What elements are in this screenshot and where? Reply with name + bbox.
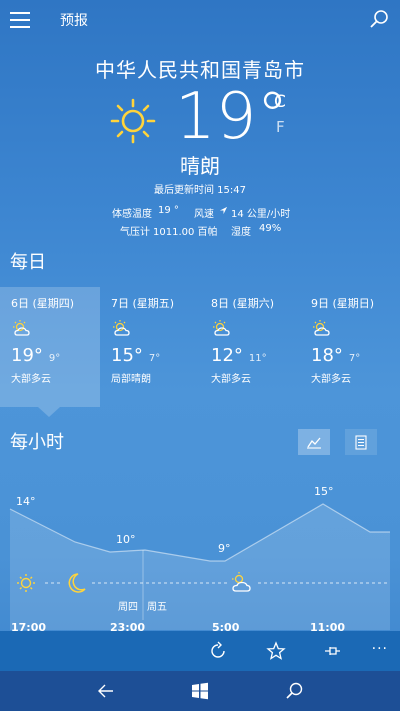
last-updated: 最后更新时间 15:47 bbox=[154, 185, 246, 196]
daily-heading: 每日 bbox=[10, 252, 46, 273]
windows-start-icon[interactable] bbox=[190, 681, 210, 701]
search-icon[interactable] bbox=[368, 8, 390, 30]
hour-temp-label: 10° bbox=[116, 533, 136, 546]
day-date: 7日 (星期五) bbox=[111, 297, 175, 310]
wind-direction-icon bbox=[219, 206, 228, 215]
pressure-value: 1011.00 百帕 bbox=[153, 227, 218, 238]
day-low: 11° bbox=[248, 353, 267, 364]
day-date: 9日 (星期日) bbox=[311, 297, 375, 310]
wind-value: 14 公里/小时 bbox=[231, 209, 291, 220]
day-card[interactable]: 9日 (星期日) 18° 7° 大部多云 bbox=[300, 287, 400, 407]
day-low: 9° bbox=[48, 353, 61, 364]
system-nav-bar bbox=[0, 671, 400, 711]
day-condition: 局部晴朗 bbox=[111, 374, 151, 385]
day-condition: 大部多云 bbox=[11, 374, 51, 385]
back-arrow-icon[interactable] bbox=[96, 681, 116, 701]
feels-like-label: 体感温度 bbox=[112, 209, 152, 220]
day-date: 8日 (星期六) bbox=[211, 297, 275, 310]
favorite-star-icon[interactable] bbox=[266, 641, 286, 661]
day-boundary-label: 周五 bbox=[147, 601, 167, 613]
list-icon bbox=[355, 435, 367, 450]
day-boundary-label: 周四 bbox=[118, 601, 138, 613]
humidity-label: 湿度 bbox=[231, 227, 251, 238]
partly-sunny-icon bbox=[113, 320, 130, 336]
city-name: 中华人民共和国青岛市 bbox=[95, 58, 305, 82]
hour-temp-label: 14° bbox=[16, 495, 36, 508]
day-high: 15° bbox=[111, 345, 143, 366]
day-low: 7° bbox=[348, 353, 361, 364]
hour-temp-label: 15° bbox=[314, 485, 334, 498]
hourly-heading: 每小时 bbox=[10, 432, 64, 453]
page-title: 预报 bbox=[60, 13, 88, 29]
search-icon[interactable] bbox=[284, 681, 304, 701]
chart-view-button[interactable] bbox=[298, 429, 330, 455]
partly-sunny-icon bbox=[313, 320, 330, 336]
wind-label: 风速 bbox=[194, 209, 214, 220]
temperature-area bbox=[10, 504, 390, 630]
day-condition: 大部多云 bbox=[311, 374, 351, 385]
partly-sunny-icon bbox=[213, 320, 230, 336]
pin-icon[interactable] bbox=[322, 641, 342, 661]
day-high: 12° bbox=[211, 345, 243, 366]
partly-sunny-icon bbox=[13, 320, 30, 336]
selected-day-pointer bbox=[38, 407, 60, 417]
day-low: 7° bbox=[148, 353, 161, 364]
hourly-chart: 14° 10° 9° 15° 周四 周五 bbox=[9, 485, 390, 630]
pressure-label: 气压计 bbox=[120, 227, 150, 238]
refresh-icon[interactable] bbox=[208, 641, 228, 661]
celsius-toggle[interactable]: C bbox=[274, 92, 286, 112]
app-bar: ··· bbox=[0, 631, 400, 671]
fahrenheit-toggle[interactable]: F bbox=[276, 118, 285, 136]
current-temperature: 19° bbox=[175, 80, 289, 154]
day-date: 6日 (星期四) bbox=[11, 297, 75, 310]
more-options-icon[interactable]: ··· bbox=[372, 641, 388, 657]
current-condition: 晴朗 bbox=[180, 154, 220, 178]
day-card[interactable]: 8日 (星期六) 12° 11° 大部多云 bbox=[200, 287, 300, 407]
day-card[interactable]: 7日 (星期五) 15° 7° 局部晴朗 bbox=[100, 287, 200, 407]
day-high: 18° bbox=[311, 345, 343, 366]
feels-like-value: 19 ° bbox=[158, 205, 179, 216]
sun-icon bbox=[110, 98, 156, 144]
hamburger-menu-icon[interactable] bbox=[10, 12, 30, 28]
humidity-value: 49% bbox=[259, 223, 282, 234]
top-bar: 预报 bbox=[0, 0, 400, 40]
hour-temp-label: 9° bbox=[218, 542, 231, 555]
day-condition: 大部多云 bbox=[211, 374, 251, 385]
day-high: 19° bbox=[11, 345, 43, 366]
day-card[interactable]: 6日 (星期四) 19° 9° 大部多云 bbox=[0, 287, 100, 407]
list-view-button[interactable] bbox=[345, 429, 377, 455]
daily-forecast: 6日 (星期四) 19° 9° 大部多云 7日 (星期五) 15° 7° 局部晴朗 … bbox=[0, 287, 400, 407]
chart-icon bbox=[307, 437, 321, 449]
